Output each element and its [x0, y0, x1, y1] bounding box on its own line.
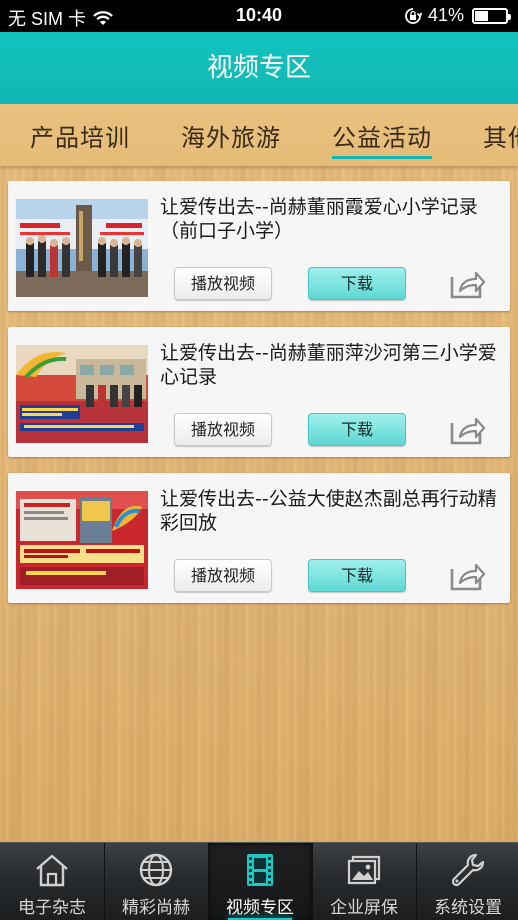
play-video-button[interactable]: 播放视频 [174, 413, 272, 446]
category-tabs: 产品培训 海外旅游 公益活动 其他 [0, 104, 518, 166]
share-icon[interactable] [448, 557, 486, 593]
nav-label: 视频专区 [226, 898, 294, 918]
tab-overseas-travel[interactable]: 海外旅游 [181, 118, 281, 153]
film-icon [247, 854, 273, 886]
share-icon[interactable] [448, 265, 486, 301]
home-icon [36, 854, 68, 887]
nav-item-screensaver[interactable]: 企业屏保 [312, 843, 416, 920]
page-header: 视频专区 [0, 32, 518, 104]
nav-label: 精彩尚赫 [122, 898, 190, 918]
video-thumbnail[interactable] [16, 199, 148, 297]
video-item: 让爱传出去--尚赫董丽霞爱心小学记录（前口子小学） 播放视频 下载 [8, 181, 510, 311]
download-button[interactable]: 下载 [308, 413, 406, 446]
bottom-navigation: 电子杂志 精彩尚赫 视频专区 企业屏保 系统设置 [0, 842, 518, 920]
play-video-button[interactable]: 播放视频 [174, 267, 272, 300]
nav-item-highlights[interactable]: 精彩尚赫 [104, 843, 208, 920]
nav-label: 电子杂志 [18, 898, 86, 918]
video-title: 让爱传出去--尚赫董丽霞爱心小学记录（前口子小学） [160, 196, 478, 242]
picture-icon [347, 855, 381, 885]
battery-percent: 41% [427, 5, 464, 25]
nav-item-e-magazine[interactable]: 电子杂志 [0, 843, 104, 920]
wrench-icon [451, 853, 485, 887]
play-video-button[interactable]: 播放视频 [174, 559, 272, 592]
video-title: 让爱传出去--公益大使赵杰副总再行动精彩回放 [160, 488, 497, 534]
download-button[interactable]: 下载 [308, 559, 406, 592]
video-item: 让爱传出去--公益大使赵杰副总再行动精彩回放 播放视频 下载 [8, 473, 510, 603]
globe-icon [139, 853, 173, 887]
nav-label: 企业屏保 [330, 898, 398, 918]
nav-label: 系统设置 [434, 898, 502, 918]
video-thumbnail[interactable] [16, 345, 148, 443]
download-button[interactable]: 下载 [308, 267, 406, 300]
status-bar: 无 SIM 卡 10:40 41% [0, 0, 518, 32]
nav-item-settings[interactable]: 系统设置 [416, 843, 518, 920]
video-thumbnail[interactable] [16, 491, 148, 589]
video-title: 让爱传出去--尚赫董丽萍沙河第三小学爱心记录 [160, 342, 497, 388]
tab-other[interactable]: 其他 [483, 118, 518, 153]
battery-icon [472, 7, 511, 24]
page-title: 视频专区 [206, 53, 311, 83]
battery-fill [475, 10, 489, 21]
tab-charity[interactable]: 公益活动 [332, 118, 432, 159]
share-icon[interactable] [448, 411, 486, 447]
nav-item-video-zone[interactable]: 视频专区 [208, 843, 312, 920]
status-right: 41% [404, 5, 511, 26]
tab-product-training[interactable]: 产品培训 [30, 118, 130, 153]
video-item: 让爱传出去--尚赫董丽萍沙河第三小学爱心记录 播放视频 下载 [8, 327, 510, 457]
orientation-lock-icon [405, 7, 422, 24]
